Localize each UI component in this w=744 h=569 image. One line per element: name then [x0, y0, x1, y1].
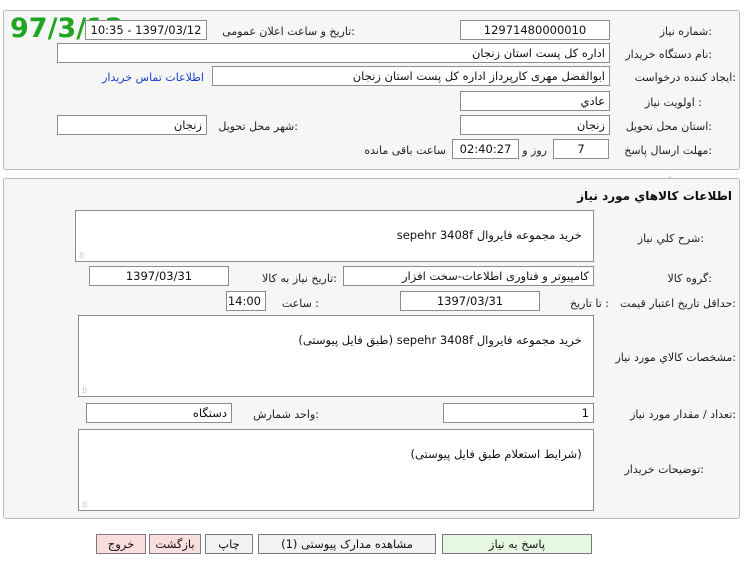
- creator-field: ابوالفضل مهری کارپرداز اداره کل پست استا…: [212, 66, 610, 86]
- goods-group-label: گروه کالا:: [667, 272, 712, 285]
- buyer-contact-link[interactable]: اطلاعات تماس خریدار: [102, 71, 204, 84]
- until-date-field: 1397/03/31: [400, 291, 540, 311]
- quantity-label: تعداد / مقدار مورد نیاز:: [630, 408, 736, 421]
- until-date-label: تا تاریخ :: [570, 297, 609, 310]
- unit-field: دستگاه: [86, 403, 232, 423]
- summary-text: خرید مجموعه فایروال sepehr 3408f: [396, 228, 582, 242]
- city-label: شهر محل تحویل:: [218, 120, 298, 133]
- deadline-label: مهلت ارسال پاسخ:: [624, 144, 712, 157]
- print-button[interactable]: چاپ: [205, 534, 253, 554]
- summary-label: شرح کلي نياز:: [637, 232, 704, 245]
- buyer-notes-label: توضیحات خریدار:: [624, 463, 705, 476]
- respond-button[interactable]: پاسخ به نیاز: [442, 534, 592, 554]
- resize-grip-icon: ⁞⁞: [79, 251, 85, 260]
- city-field: زنجان: [57, 115, 207, 135]
- buyer-notes-field: (شرایط استعلام طبق فایل پیوستی) ⁞⁞: [78, 429, 594, 511]
- days-unit-label: روز و: [522, 144, 547, 157]
- need-date-label: تاریخ نیاز به کالا:: [262, 272, 337, 285]
- priority-field: عادي: [460, 91, 610, 111]
- announce-date-field: 1397/03/12 - 10:35: [85, 20, 207, 40]
- price-validity-label: حداقل تاریخ اعتبار قیمت:: [620, 297, 736, 310]
- buyer-notes-text: (شرایط استعلام طبق فایل پیوستی): [410, 447, 582, 461]
- days-field: 7: [553, 139, 609, 159]
- quantity-field: 1: [443, 403, 594, 423]
- need-number-field: 12971480000010: [460, 20, 610, 40]
- unit-label: واحد شمارش:: [253, 408, 319, 421]
- province-label: استان محل تحویل:: [625, 120, 712, 133]
- buyer-org-field: اداره کل پست استان زنجان: [57, 43, 610, 63]
- exit-button[interactable]: خروج: [96, 534, 146, 554]
- priority-label: اولویت نیاز :: [644, 96, 702, 109]
- resize-grip-icon: ⁞⁞: [82, 500, 88, 509]
- need-date-field: 1397/03/31: [89, 266, 229, 286]
- need-number-label: شماره نیاز:: [659, 25, 712, 38]
- attachments-button[interactable]: مشاهده مدارک پیوستی (1): [258, 534, 436, 554]
- hour-label: ساعت :: [281, 297, 319, 310]
- time-remaining-field: 02:40:27: [452, 139, 519, 159]
- province-field: زنجان: [460, 115, 610, 135]
- creator-label: ایجاد کننده درخواست:: [634, 71, 736, 84]
- specs-label: مشخصات کالاي مورد نياز:: [615, 351, 736, 364]
- announce-date-label: تاریخ و ساعت اعلان عمومی:: [222, 25, 355, 38]
- goods-group-field: کامپیوتر و فناوری اطلاعات-سخت افزار: [343, 266, 594, 286]
- back-button[interactable]: بازگشت: [149, 534, 201, 554]
- buyer-org-label: نام دستگاه خریدار:: [625, 48, 712, 61]
- specs-text: خرید مجموعه فایروال sepehr 3408f (طبق فا…: [298, 333, 582, 347]
- summary-field: خرید مجموعه فایروال sepehr 3408f ⁞⁞: [75, 210, 594, 262]
- resize-grip-icon: ⁞⁞: [82, 386, 88, 395]
- specs-field: خرید مجموعه فایروال sepehr 3408f (طبق فا…: [78, 315, 594, 397]
- time-remaining-label: ساعت باقی مانده: [364, 144, 446, 157]
- goods-section-title: اطلاعات کالاهاي مورد نياز: [577, 189, 732, 203]
- hour-field: 14:00: [226, 291, 266, 311]
